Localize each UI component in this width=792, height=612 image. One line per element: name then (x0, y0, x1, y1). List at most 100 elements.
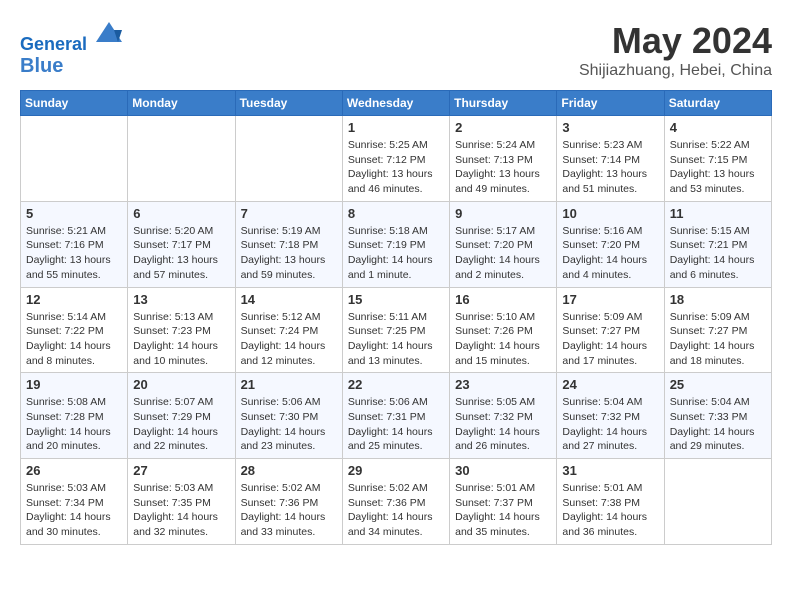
calendar-cell (235, 116, 342, 202)
calendar-cell: 14 Sunrise: 5:12 AM Sunset: 7:24 PM Dayli… (235, 287, 342, 373)
day-info: Sunrise: 5:07 AM Sunset: 7:29 PM Dayligh… (133, 395, 229, 454)
day-number: 13 (133, 292, 229, 307)
calendar-week-row: 1 Sunrise: 5:25 AM Sunset: 7:12 PM Daylig… (21, 116, 772, 202)
day-number: 1 (348, 120, 444, 135)
weekday-header: Tuesday (235, 91, 342, 116)
day-info: Sunrise: 5:23 AM Sunset: 7:14 PM Dayligh… (562, 138, 658, 197)
weekday-header: Wednesday (342, 91, 449, 116)
day-info: Sunrise: 5:10 AM Sunset: 7:26 PM Dayligh… (455, 310, 551, 369)
day-info: Sunrise: 5:03 AM Sunset: 7:35 PM Dayligh… (133, 481, 229, 540)
day-info: Sunrise: 5:09 AM Sunset: 7:27 PM Dayligh… (562, 310, 658, 369)
logo-icon (94, 20, 124, 50)
calendar-week-row: 26Sunrise: 5:03 AM Sunset: 7:34 PM Dayli… (21, 459, 772, 545)
day-number: 9 (455, 206, 551, 221)
day-info: Sunrise: 5:08 AM Sunset: 7:28 PM Dayligh… (26, 395, 122, 454)
day-info: Sunrise: 5:05 AM Sunset: 7:32 PM Dayligh… (455, 395, 551, 454)
calendar-cell: 10 Sunrise: 5:16 AM Sunset: 7:20 PM Dayli… (557, 201, 664, 287)
weekday-header: Saturday (664, 91, 771, 116)
day-info: Sunrise: 5:16 AM Sunset: 7:20 PM Dayligh… (562, 224, 658, 283)
day-number: 4 (670, 120, 766, 135)
calendar-cell: 19 Sunrise: 5:08 AM Sunset: 7:28 PM Dayli… (21, 373, 128, 459)
day-info: Sunrise: 5:20 AM Sunset: 7:17 PM Dayligh… (133, 224, 229, 283)
calendar-week-row: 5 Sunrise: 5:21 AM Sunset: 7:16 PM Daylig… (21, 201, 772, 287)
day-info: Sunrise: 5:14 AM Sunset: 7:22 PM Dayligh… (26, 310, 122, 369)
day-number: 10 (562, 206, 658, 221)
calendar-cell: 6 Sunrise: 5:20 AM Sunset: 7:17 PM Daylig… (128, 201, 235, 287)
calendar-cell: 30 Sunrise: 5:01 AM Sunset: 7:37 PM Dayli… (450, 459, 557, 545)
day-number: 30 (455, 463, 551, 478)
day-number: 24 (562, 377, 658, 392)
day-number: 27 (133, 463, 229, 478)
day-number: 19 (26, 377, 122, 392)
day-info: Sunrise: 5:06 AM Sunset: 7:31 PM Dayligh… (348, 395, 444, 454)
calendar-cell: 27 Sunrise: 5:03 AM Sunset: 7:35 PM Dayli… (128, 459, 235, 545)
day-number: 6 (133, 206, 229, 221)
calendar-cell: 2Sunrise: 5:24 AM Sunset: 7:13 PM Daylig… (450, 116, 557, 202)
day-info: Sunrise: 5:11 AM Sunset: 7:25 PM Dayligh… (348, 310, 444, 369)
calendar-cell: 1 Sunrise: 5:25 AM Sunset: 7:12 PM Daylig… (342, 116, 449, 202)
calendar-cell: 29 Sunrise: 5:02 AM Sunset: 7:36 PM Dayli… (342, 459, 449, 545)
calendar-cell: 16Sunrise: 5:10 AM Sunset: 7:26 PM Dayli… (450, 287, 557, 373)
day-info: Sunrise: 5:02 AM Sunset: 7:36 PM Dayligh… (241, 481, 337, 540)
calendar-header-row: SundayMondayTuesdayWednesdayThursdayFrid… (21, 91, 772, 116)
day-info: Sunrise: 5:04 AM Sunset: 7:33 PM Dayligh… (670, 395, 766, 454)
calendar-table: SundayMondayTuesdayWednesdayThursdayFrid… (20, 90, 772, 545)
day-number: 7 (241, 206, 337, 221)
day-number: 29 (348, 463, 444, 478)
day-number: 31 (562, 463, 658, 478)
day-info: Sunrise: 5:04 AM Sunset: 7:32 PM Dayligh… (562, 395, 658, 454)
calendar-week-row: 12 Sunrise: 5:14 AM Sunset: 7:22 PM Dayli… (21, 287, 772, 373)
day-number: 25 (670, 377, 766, 392)
day-info: Sunrise: 5:03 AM Sunset: 7:34 PM Dayligh… (26, 481, 122, 540)
day-info: Sunrise: 5:12 AM Sunset: 7:24 PM Dayligh… (241, 310, 337, 369)
day-number: 14 (241, 292, 337, 307)
day-number: 23 (455, 377, 551, 392)
day-number: 15 (348, 292, 444, 307)
calendar-cell: 11Sunrise: 5:15 AM Sunset: 7:21 PM Dayli… (664, 201, 771, 287)
calendar-cell: 18Sunrise: 5:09 AM Sunset: 7:27 PM Dayli… (664, 287, 771, 373)
weekday-header: Friday (557, 91, 664, 116)
calendar-cell: 3 Sunrise: 5:23 AM Sunset: 7:14 PM Daylig… (557, 116, 664, 202)
weekday-header: Thursday (450, 91, 557, 116)
title-block: May 2024 Shijiazhuang, Hebei, China (579, 20, 772, 80)
calendar-cell: 28Sunrise: 5:02 AM Sunset: 7:36 PM Dayli… (235, 459, 342, 545)
day-number: 8 (348, 206, 444, 221)
day-info: Sunrise: 5:18 AM Sunset: 7:19 PM Dayligh… (348, 224, 444, 283)
logo: General Blue (20, 20, 124, 77)
calendar-cell (664, 459, 771, 545)
day-info: Sunrise: 5:21 AM Sunset: 7:16 PM Dayligh… (26, 224, 122, 283)
calendar-cell: 20Sunrise: 5:07 AM Sunset: 7:29 PM Dayli… (128, 373, 235, 459)
calendar-cell: 17 Sunrise: 5:09 AM Sunset: 7:27 PM Dayli… (557, 287, 664, 373)
day-number: 2 (455, 120, 551, 135)
day-info: Sunrise: 5:17 AM Sunset: 7:20 PM Dayligh… (455, 224, 551, 283)
calendar-cell: 8 Sunrise: 5:18 AM Sunset: 7:19 PM Daylig… (342, 201, 449, 287)
calendar-cell: 13 Sunrise: 5:13 AM Sunset: 7:23 PM Dayli… (128, 287, 235, 373)
day-info: Sunrise: 5:15 AM Sunset: 7:21 PM Dayligh… (670, 224, 766, 283)
calendar-cell: 9 Sunrise: 5:17 AM Sunset: 7:20 PM Daylig… (450, 201, 557, 287)
calendar-cell (128, 116, 235, 202)
calendar-week-row: 19 Sunrise: 5:08 AM Sunset: 7:28 PM Dayli… (21, 373, 772, 459)
calendar-cell: 26Sunrise: 5:03 AM Sunset: 7:34 PM Dayli… (21, 459, 128, 545)
day-info: Sunrise: 5:09 AM Sunset: 7:27 PM Dayligh… (670, 310, 766, 369)
day-number: 22 (348, 377, 444, 392)
day-number: 12 (26, 292, 122, 307)
calendar-cell: 25 Sunrise: 5:04 AM Sunset: 7:33 PM Dayli… (664, 373, 771, 459)
day-info: Sunrise: 5:06 AM Sunset: 7:30 PM Dayligh… (241, 395, 337, 454)
day-info: Sunrise: 5:02 AM Sunset: 7:36 PM Dayligh… (348, 481, 444, 540)
calendar-cell (21, 116, 128, 202)
calendar-cell: 12 Sunrise: 5:14 AM Sunset: 7:22 PM Dayli… (21, 287, 128, 373)
calendar-cell: 5 Sunrise: 5:21 AM Sunset: 7:16 PM Daylig… (21, 201, 128, 287)
day-info: Sunrise: 5:22 AM Sunset: 7:15 PM Dayligh… (670, 138, 766, 197)
weekday-header: Monday (128, 91, 235, 116)
day-number: 3 (562, 120, 658, 135)
day-number: 17 (562, 292, 658, 307)
day-info: Sunrise: 5:13 AM Sunset: 7:23 PM Dayligh… (133, 310, 229, 369)
calendar-cell: 15 Sunrise: 5:11 AM Sunset: 7:25 PM Dayli… (342, 287, 449, 373)
location-title: Shijiazhuang, Hebei, China (579, 62, 772, 80)
day-number: 5 (26, 206, 122, 221)
day-info: Sunrise: 5:25 AM Sunset: 7:12 PM Dayligh… (348, 138, 444, 197)
calendar-cell: 31Sunrise: 5:01 AM Sunset: 7:38 PM Dayli… (557, 459, 664, 545)
calendar-cell: 24 Sunrise: 5:04 AM Sunset: 7:32 PM Dayli… (557, 373, 664, 459)
weekday-header: Sunday (21, 91, 128, 116)
day-info: Sunrise: 5:01 AM Sunset: 7:37 PM Dayligh… (455, 481, 551, 540)
